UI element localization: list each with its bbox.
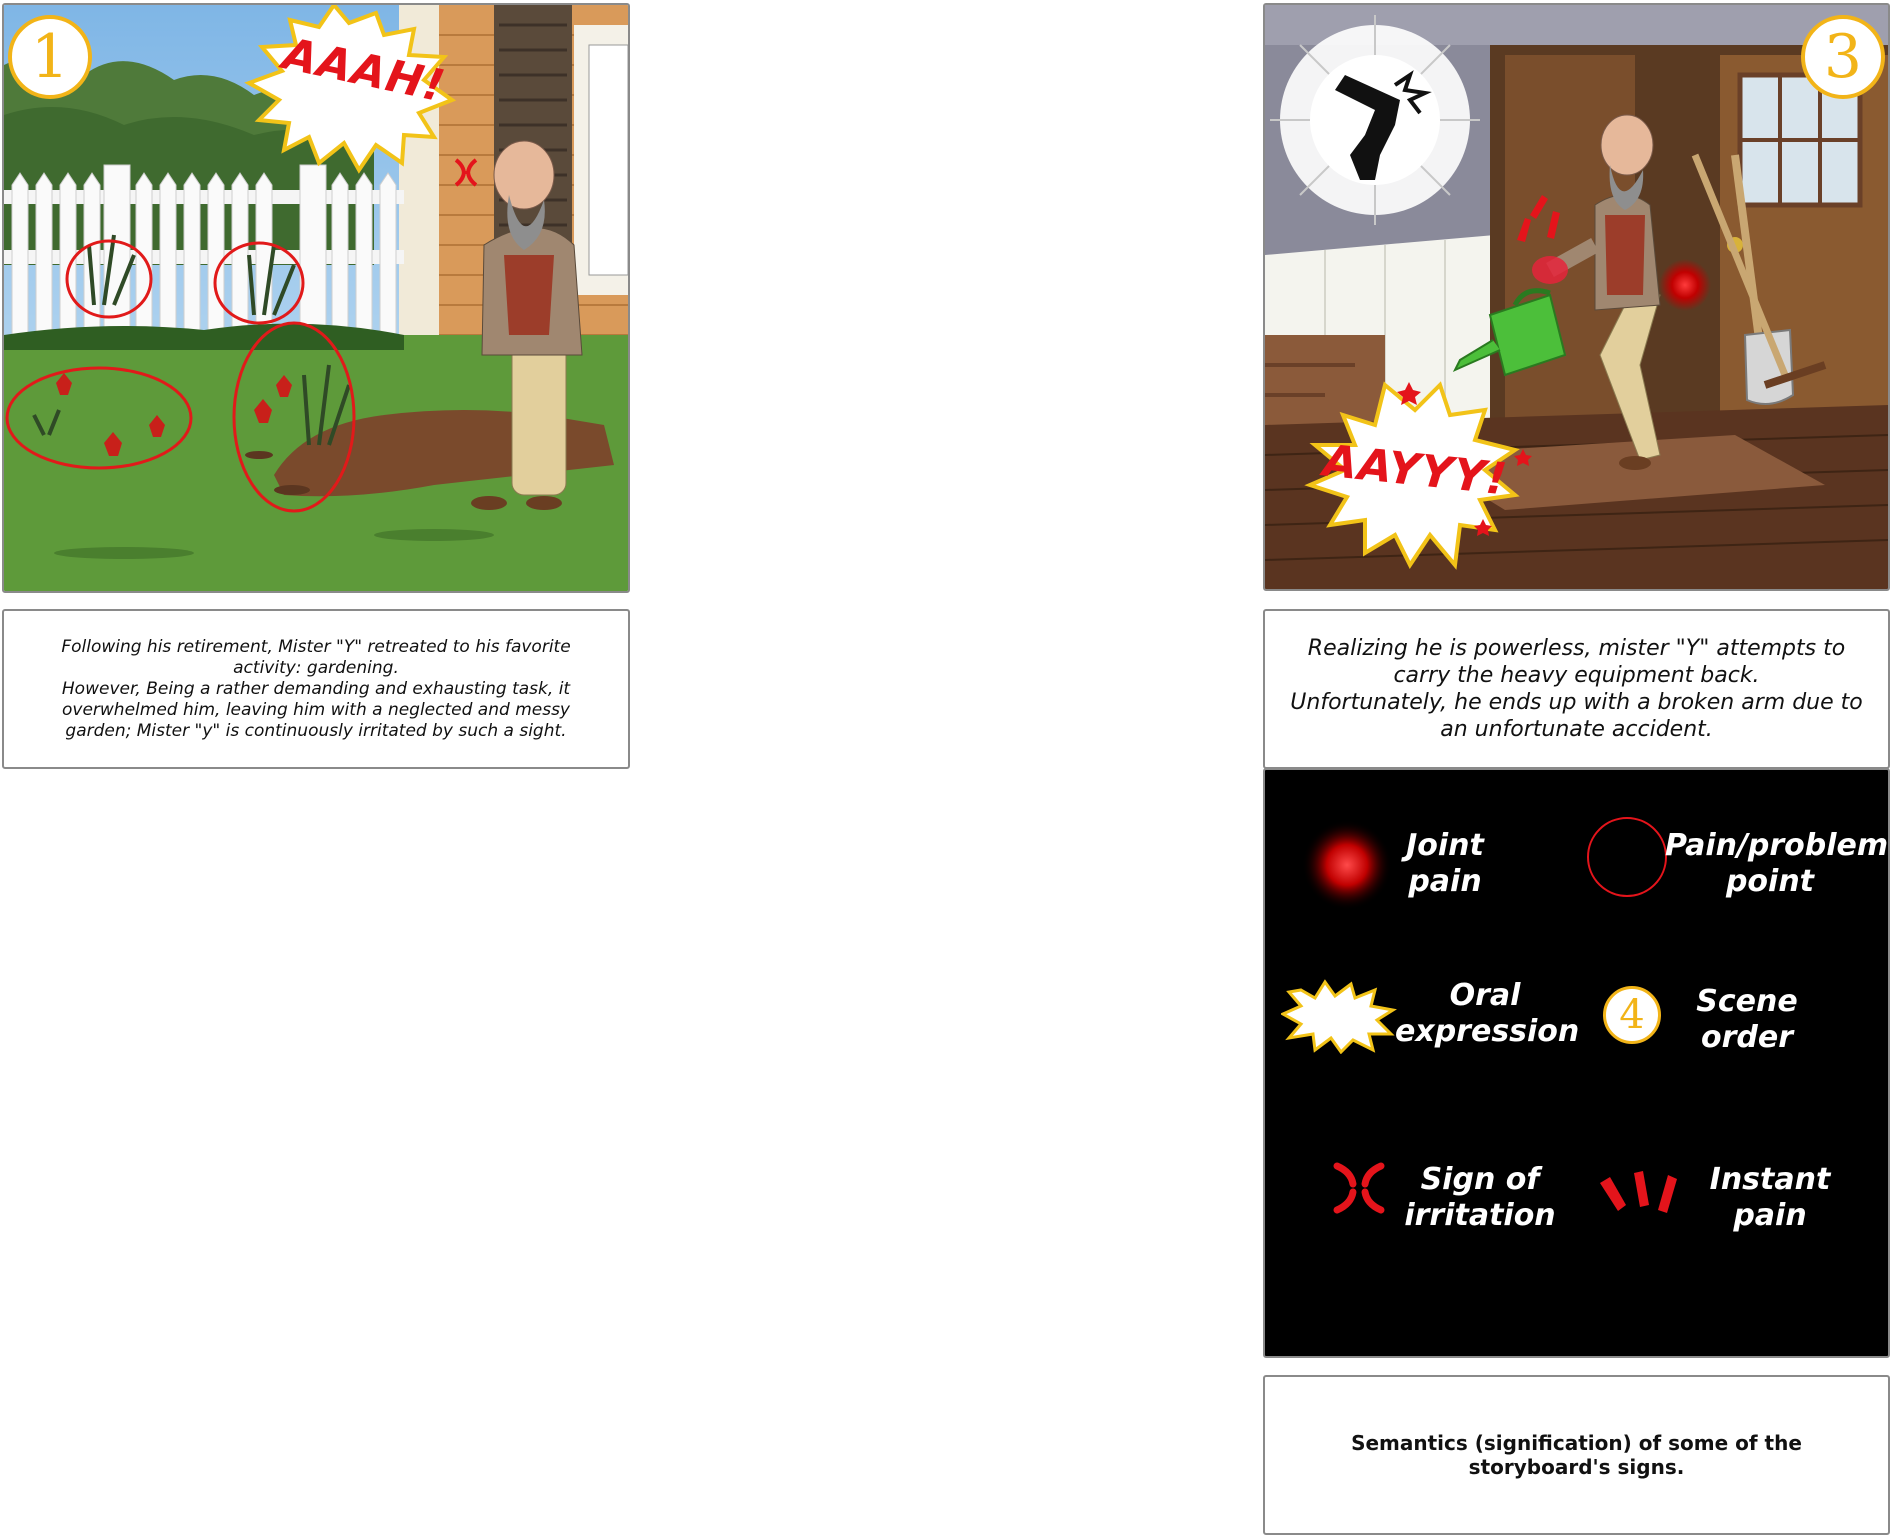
caption-line: an unfortunate accident. bbox=[1440, 717, 1713, 742]
legend-caption-text: Semantics (signification) of some of the… bbox=[1351, 1431, 1802, 1479]
legend-label-joint-pain: Joint pain bbox=[1406, 828, 1484, 899]
legend-label-scene-order: Scene order bbox=[1696, 984, 1798, 1055]
caption-line: Realizing he is powerless, mister "Y" at… bbox=[1307, 636, 1846, 661]
caption-panel-3: Realizing he is powerless, mister "Y" at… bbox=[1263, 609, 1890, 769]
speech-burst-icon bbox=[1281, 979, 1397, 1054]
scene-1-illustration bbox=[4, 5, 628, 591]
red-circle-icon bbox=[1587, 817, 1667, 897]
caption-line: overwhelmed him, leaving him with a negl… bbox=[61, 699, 570, 720]
caption-line: Unfortunately, he ends up with a broken … bbox=[1290, 690, 1863, 715]
scene-panel-3: 3 AAYYY! bbox=[1263, 3, 1890, 591]
caption-legend: Semantics (signification) of some of the… bbox=[1263, 1375, 1890, 1535]
caption-line: However, Being a rather demanding and ex… bbox=[61, 678, 571, 699]
legend-label-pain-problem-point: Pain/problem point bbox=[1665, 828, 1889, 899]
legend-panel: Joint pain Pain/problem point Oral expressi… bbox=[1263, 768, 1890, 1358]
legend-label-sign-of-irritation: Sign of irritation bbox=[1404, 1162, 1556, 1233]
caption-line: carry the heavy equipment back. bbox=[1393, 663, 1760, 688]
scene-3-illustration bbox=[1265, 5, 1888, 589]
scene-number-badge: 3 bbox=[1801, 15, 1885, 99]
scene-panel-1: 1 AAAH! bbox=[2, 3, 630, 593]
legend-label-instant-pain: Instant pain bbox=[1709, 1162, 1831, 1233]
caption-line: garden; Mister "y" is continuously irrit… bbox=[65, 720, 567, 741]
scene-number-badge: 1 bbox=[8, 15, 92, 99]
caption-line: Following his retirement, Mister "Y" ret… bbox=[61, 636, 571, 657]
knee-pain-starburst bbox=[1270, 15, 1480, 225]
caption-line: activity: gardening. bbox=[233, 657, 399, 678]
irritation-sign-icon bbox=[1333, 1162, 1385, 1214]
instant-pain-marks-icon bbox=[1600, 1171, 1677, 1213]
caption-panel-1: Following his retirement, Mister "Y" ret… bbox=[2, 609, 630, 769]
legend-label-oral-expression: Oral expression bbox=[1395, 978, 1580, 1049]
scene-number-icon: 4 bbox=[1603, 986, 1661, 1044]
